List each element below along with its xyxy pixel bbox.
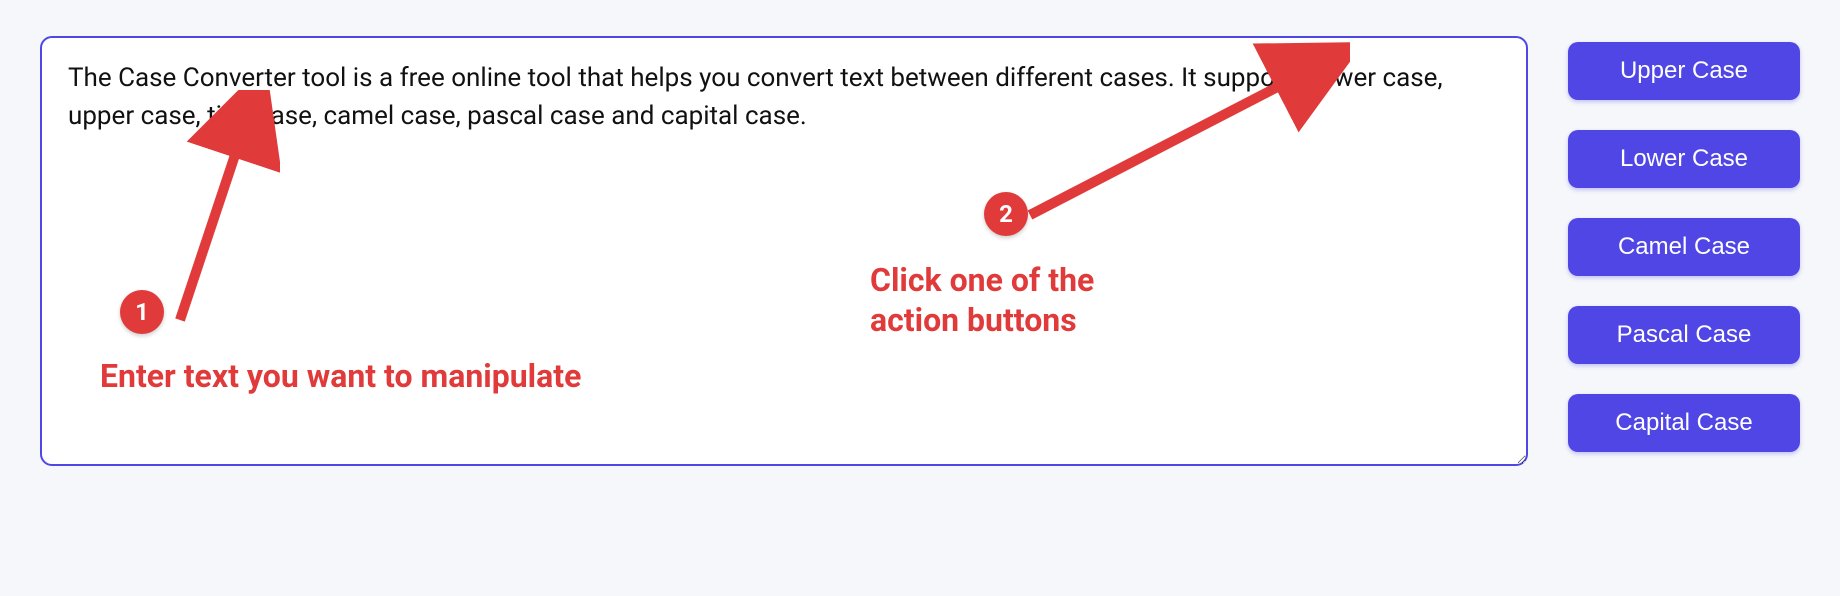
annotation-step1-badge: 1 bbox=[120, 290, 164, 334]
action-button-group: Upper Case Lower Case Camel Case Pascal … bbox=[1568, 42, 1800, 452]
pascal-case-button[interactable]: Pascal Case bbox=[1568, 306, 1800, 364]
capital-case-button[interactable]: Capital Case bbox=[1568, 394, 1800, 452]
upper-case-button[interactable]: Upper Case bbox=[1568, 42, 1800, 100]
annotation-step2-text: Click one of the action buttons bbox=[870, 260, 1094, 340]
annotation-step2-arrow-icon bbox=[1020, 40, 1350, 240]
camel-case-button[interactable]: Camel Case bbox=[1568, 218, 1800, 276]
annotation-step2-badge: 2 bbox=[984, 192, 1028, 236]
lower-case-button[interactable]: Lower Case bbox=[1568, 130, 1800, 188]
annotation-step1-text: Enter text you want to manipulate bbox=[100, 356, 581, 396]
